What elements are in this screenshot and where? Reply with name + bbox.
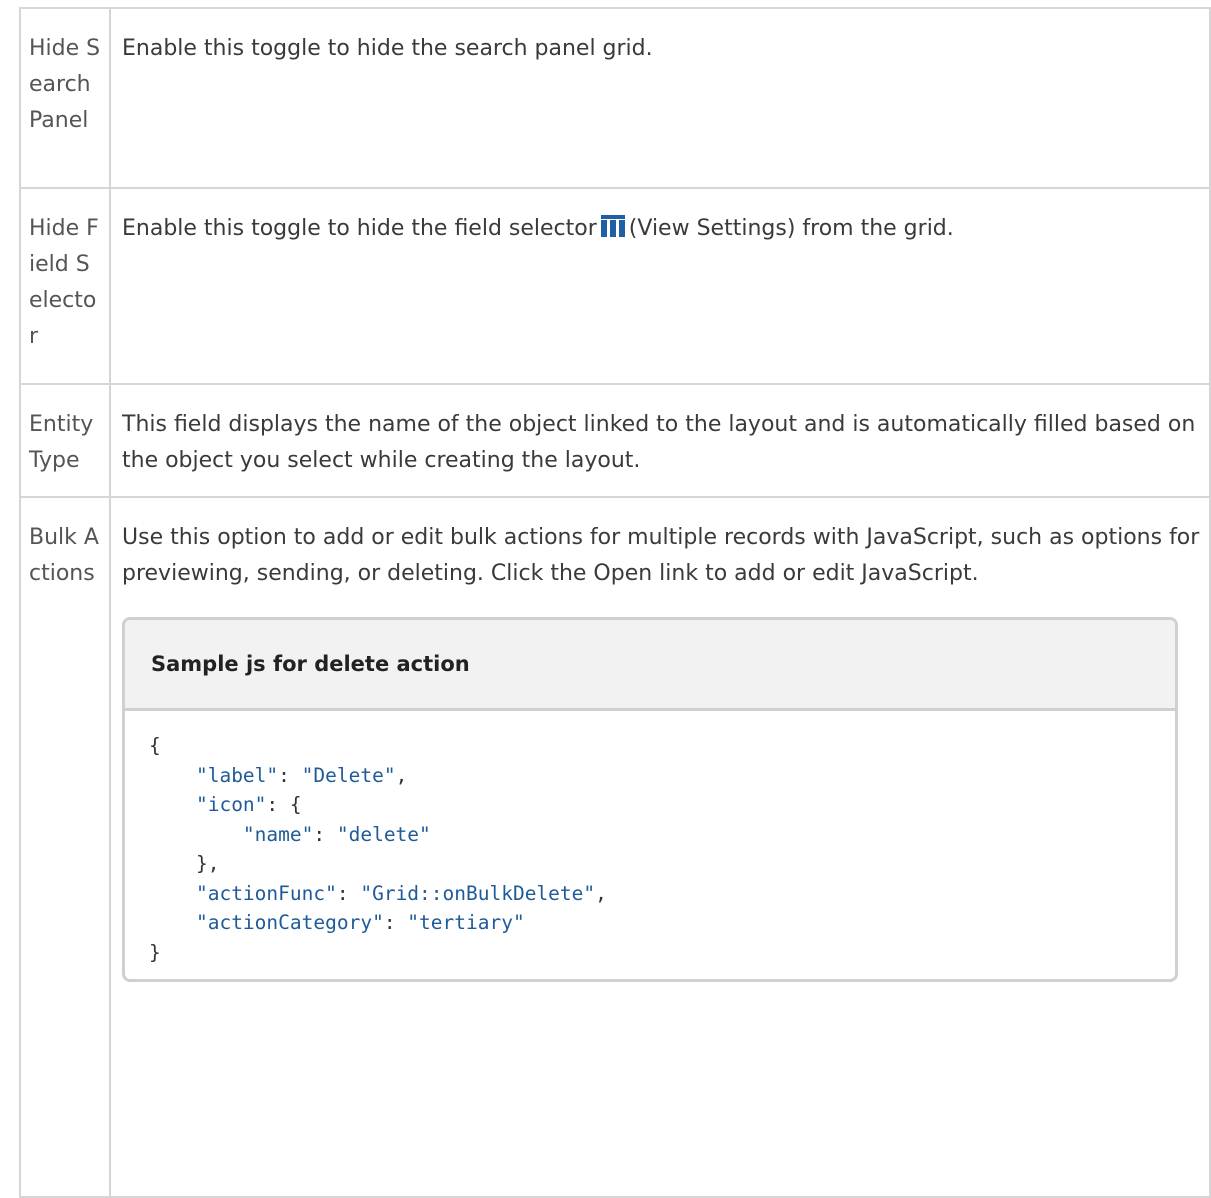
description-text: Enable this toggle to hide the field sel… (122, 216, 597, 241)
code-line: "actionCategory": "tertiary" (149, 911, 525, 934)
code-string: "Delete" (301, 763, 396, 787)
view-settings-columns-icon (600, 213, 625, 249)
code-string: "label" (195, 763, 279, 787)
property-description: Enable this toggle to hide the search pa… (109, 7, 1211, 189)
code-punctuation: : (383, 911, 408, 934)
properties-table: Hide Search Panel Enable this toggle to … (19, 7, 1211, 1198)
code-line: "name": "delete" (149, 823, 431, 846)
code-punctuation (149, 882, 196, 905)
code-line: { (149, 734, 161, 757)
code-line: } (149, 941, 161, 964)
code-punctuation: { (149, 734, 161, 757)
code-punctuation (149, 911, 196, 934)
code-line: "icon": { (149, 793, 302, 816)
code-punctuation: } (149, 940, 161, 964)
property-name: Hide Search Panel (19, 7, 111, 189)
code-sample: Sample js for delete action { "label": "… (122, 617, 1178, 982)
code-punctuation (149, 764, 196, 787)
code-string: "name" (242, 822, 314, 846)
code-line: "actionFunc": "Grid::onBulkDelete", (149, 882, 607, 905)
code-string: "delete" (336, 822, 431, 846)
code-line: }, (149, 852, 220, 875)
description-text: (View Settings) from the grid. (628, 216, 954, 241)
code-punctuation: : (278, 763, 302, 787)
table-row: Bulk Actions Use this option to add or e… (19, 496, 1211, 1198)
code-string: "actionFunc" (195, 881, 337, 905)
code-punctuation: : (336, 881, 361, 905)
code-punctuation: , (395, 763, 408, 787)
code-punctuation: }, (149, 852, 220, 875)
code-string: "Grid::onBulkDelete" (360, 881, 596, 905)
code-line: "label": "Delete", (149, 764, 407, 787)
code-string: "actionCategory" (195, 911, 384, 934)
table-row: Hide Field Selector Enable this toggle t… (19, 187, 1211, 385)
code-string: "icon" (195, 793, 267, 816)
property-name: Bulk Actions (19, 496, 111, 1198)
property-description: Enable this toggle to hide the field sel… (109, 187, 1211, 385)
property-description: Use this option to add or edit bulk acti… (109, 496, 1211, 1198)
code-sample-title: Sample js for delete action (125, 620, 1175, 711)
code-punctuation (149, 823, 243, 846)
description-text: Use this option to add or edit bulk acti… (122, 525, 1200, 586)
code-punctuation: : (313, 822, 337, 846)
code-string: "tertiary" (407, 911, 525, 934)
table-row: Hide Search Panel Enable this toggle to … (19, 7, 1211, 189)
code-punctuation: : { (266, 793, 302, 816)
code-block[interactable]: { "label": "Delete", "icon": { "name": "… (125, 711, 1175, 979)
code-punctuation: , (595, 881, 607, 905)
code-punctuation (149, 793, 196, 816)
property-description: This field displays the name of the obje… (109, 383, 1211, 498)
property-name: Entity Type (19, 383, 111, 498)
property-name: Hide Field Selector (19, 187, 111, 385)
table-row: Entity Type This field displays the name… (19, 383, 1211, 498)
